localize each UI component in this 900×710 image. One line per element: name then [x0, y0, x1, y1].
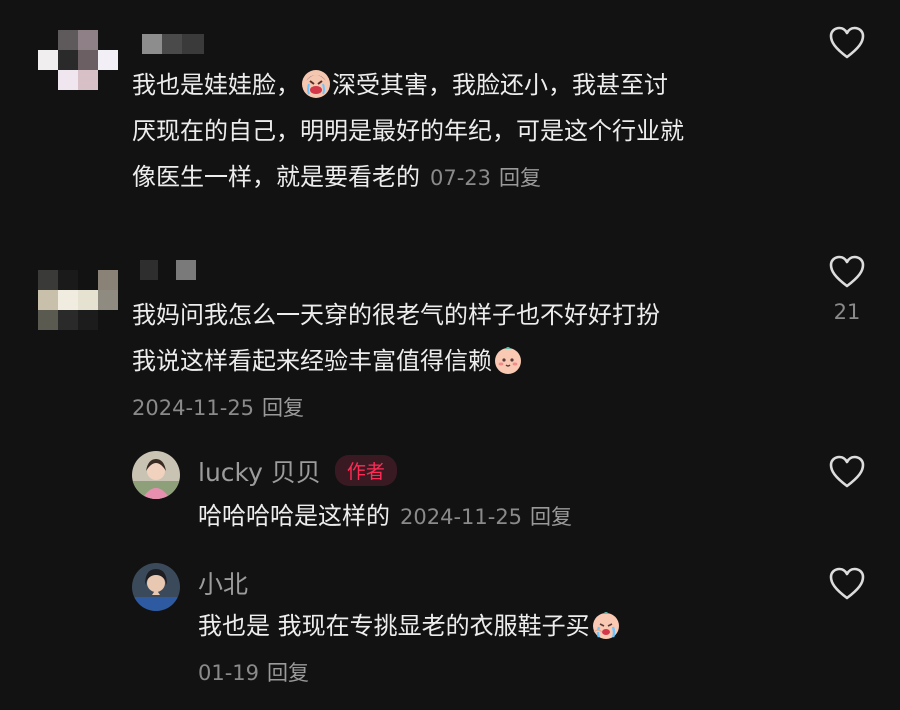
- reply-button[interactable]: 回复: [262, 396, 304, 420]
- avatar[interactable]: [132, 451, 180, 499]
- avatar[interactable]: [38, 30, 118, 90]
- reply-button[interactable]: 回复: [267, 661, 309, 685]
- reply-text: 我也是 我现在专挑显老的衣服鞋子买: [198, 603, 622, 649]
- comment-meta: 2024-11-25 回复: [132, 392, 304, 422]
- comment-date: 07-23: [430, 166, 492, 190]
- heart-icon[interactable]: [829, 255, 865, 289]
- username[interactable]: [140, 260, 196, 280]
- reply-button[interactable]: 回复: [530, 505, 572, 529]
- comment-text: 我妈问我怎么一天穿的很老气的样子也不好好打扮 我说这样看起来经验丰富值得信赖: [132, 301, 660, 375]
- reply-text: 哈哈哈哈是这样的 2024-11-25 回复: [198, 502, 573, 530]
- comment-date: 2024-11-25: [132, 396, 255, 420]
- comment-2: 我妈问我怎么一天穿的很老气的样子也不好好打扮 我说这样看起来经验丰富值得信赖 2…: [0, 250, 900, 430]
- crying-baby-emoji: [592, 612, 619, 639]
- reply-1: lucky 贝贝 作者 哈哈哈哈是这样的 2024-11-25 回复: [0, 445, 900, 545]
- heart-icon[interactable]: [829, 26, 865, 60]
- comment-1: 我也是娃娃脸， 深受其害，我脸还小，我甚至讨 厌现在的自己，明明是最好的年纪，可…: [0, 0, 900, 220]
- username[interactable]: [142, 34, 204, 54]
- crying-face-emoji: [302, 70, 330, 98]
- reply-username[interactable]: 小北: [198, 565, 248, 601]
- avatar[interactable]: [38, 270, 118, 330]
- like-count: 21: [833, 300, 861, 324]
- reply-2: 小北 我也是 我现在专挑显老的衣服鞋子买 01-19 回复: [0, 555, 900, 705]
- baby-face-emoji: [495, 347, 521, 374]
- heart-icon[interactable]: [829, 567, 865, 601]
- reply-button[interactable]: 回复: [499, 166, 541, 190]
- reply-date: 2024-11-25: [400, 505, 523, 529]
- heart-icon[interactable]: [829, 455, 865, 489]
- reply-username[interactable]: lucky 贝贝 作者: [198, 453, 397, 489]
- author-badge: 作者: [334, 455, 397, 486]
- reply-meta: 01-19 回复: [198, 657, 309, 687]
- comment-text: 我也是娃娃脸， 深受其害，我脸还小，我甚至讨 厌现在的自己，明明是最好的年纪，可…: [132, 62, 684, 201]
- avatar[interactable]: [132, 563, 180, 611]
- reply-date: 01-19: [198, 661, 260, 685]
